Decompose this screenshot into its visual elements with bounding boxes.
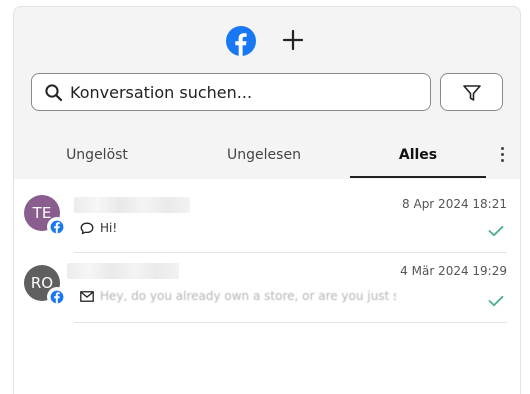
avatar-initials: TE	[32, 204, 52, 222]
message-preview-text: Hi!	[100, 221, 118, 235]
facebook-badge-icon	[47, 287, 67, 307]
contact-name-redacted	[67, 263, 179, 279]
search-box[interactable]	[31, 73, 431, 111]
conversation-item[interactable]: RO 4 Mär 2024 19:29 Hey, do you already …	[14, 253, 520, 323]
plus-icon[interactable]	[280, 27, 306, 53]
conversation-timestamp: 4 Mär 2024 19:29	[400, 264, 507, 278]
conversation-list: TE 8 Apr 2024 18:21 Hi! RO 4 Mär 2024 19…	[14, 179, 520, 394]
tab-ungelesen[interactable]: Ungelesen	[199, 147, 329, 163]
row-divider	[74, 322, 507, 323]
facebook-icon[interactable]	[226, 26, 256, 56]
message-preview: Hi!	[80, 221, 117, 235]
conversation-tabs: Ungelöst Ungelesen Alles	[14, 137, 520, 179]
chat-bubble-icon	[80, 222, 94, 234]
tab-ungeloest[interactable]: Ungelöst	[32, 147, 162, 163]
more-options-icon[interactable]	[498, 147, 506, 165]
conversation-item[interactable]: TE 8 Apr 2024 18:21 Hi!	[14, 183, 520, 253]
check-icon	[488, 225, 504, 237]
active-tab-indicator	[350, 176, 486, 178]
message-preview: Hey, do you already own a store, or are …	[80, 289, 396, 303]
search-icon	[45, 84, 63, 102]
inbox-panel: Ungelöst Ungelesen Alles TE 8 Apr 2024 1…	[13, 6, 521, 394]
inbox-header	[14, 7, 520, 77]
check-icon	[488, 295, 504, 307]
tab-alles[interactable]: Alles	[350, 147, 486, 163]
conversation-timestamp: 8 Apr 2024 18:21	[402, 197, 507, 211]
filter-button[interactable]	[440, 73, 503, 111]
filter-icon	[463, 85, 481, 101]
facebook-badge-icon	[47, 217, 67, 237]
envelope-icon	[80, 290, 94, 302]
contact-name-redacted	[74, 197, 190, 213]
message-preview-text: Hey, do you already own a store, or are …	[100, 289, 396, 303]
search-input[interactable]	[70, 80, 420, 104]
